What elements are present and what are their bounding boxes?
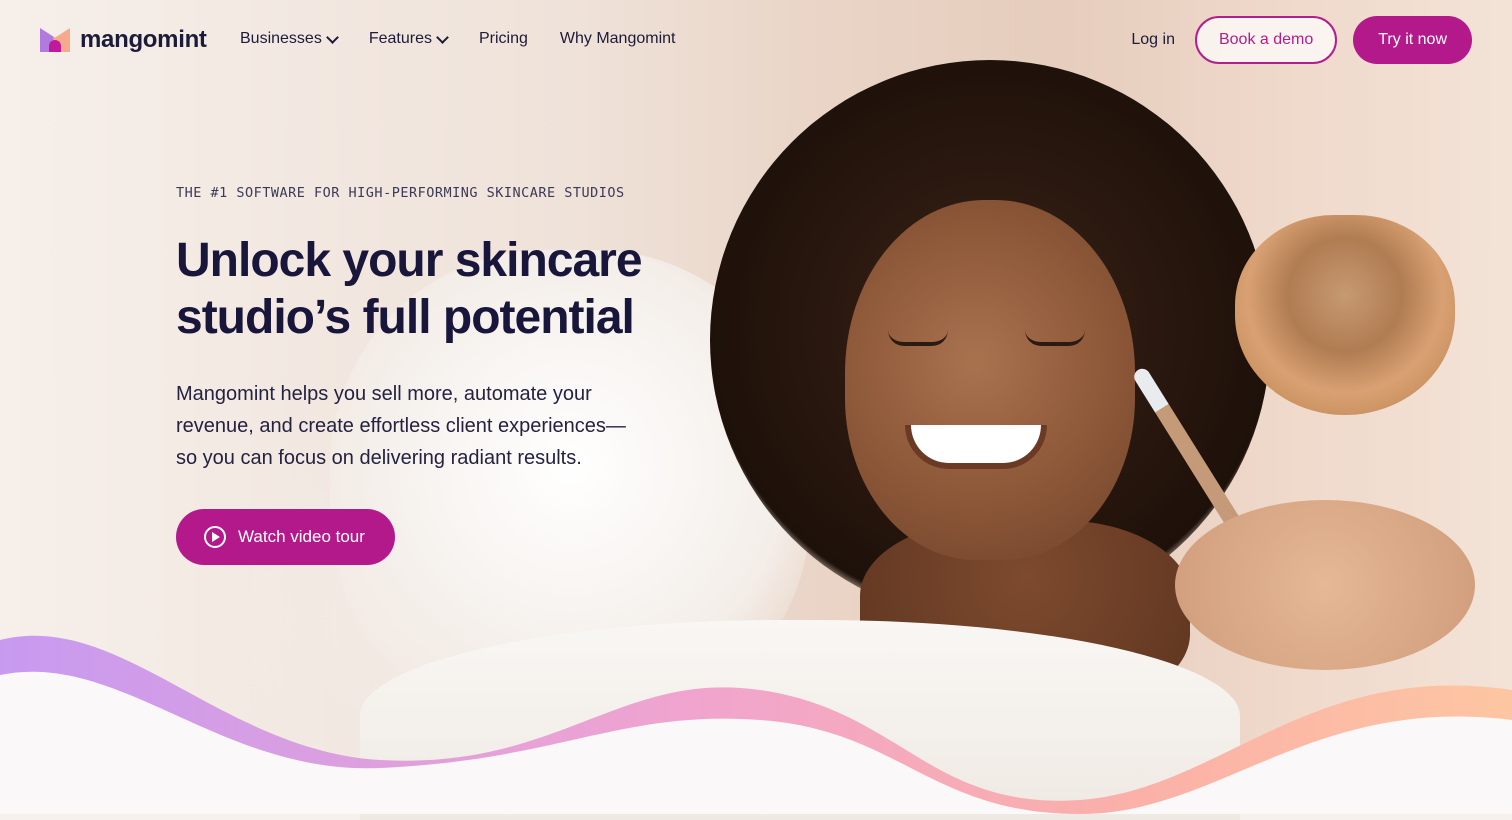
brand-logo[interactable]: mangomint [40,26,207,54]
hero-image-eye [888,330,948,346]
chevron-down-icon [436,30,449,44]
watch-video-tour-button[interactable]: Watch video tour [176,509,395,565]
nav-item-label: Businesses [240,30,322,47]
brand-name: mangomint [80,26,207,53]
hero-subtext: Mangomint helps you sell more, automate … [176,383,626,469]
hero-image-eye [1025,330,1085,346]
hero-image-smile [905,425,1047,469]
logo-mark-icon [40,28,70,52]
play-circle-icon [204,526,226,548]
book-demo-button[interactable]: Book a demo [1194,16,1338,64]
nav-item-why-mangomint[interactable]: Why Mangomint [560,30,676,48]
nav-item-businesses[interactable]: Businesses [240,30,339,48]
chevron-down-icon [325,30,339,44]
nav-item-label: Pricing [478,30,528,47]
decorative-wave [0,635,1512,814]
nav-actions: Log in Book a demo Try it now [1131,16,1472,64]
hero-image-bowl [1235,215,1455,415]
hero-eyebrow: THE #1 SOFTWARE FOR HIGH-PERFORMING SKIN… [176,185,625,201]
nav-item-label: Features [368,30,432,47]
nav-item-pricing[interactable]: Pricing [479,30,528,48]
cta-label: Watch video tour [238,527,365,546]
top-navigation: mangomint Businesses Features Pricing Wh… [0,0,1512,80]
hero-headline: Unlock your skincare studio’s full poten… [176,234,643,344]
nav-item-features[interactable]: Features [368,30,449,48]
nav-item-label: Why Mangomint [559,30,676,47]
main-menu: Businesses Features Pricing Why Mangomin… [240,30,675,48]
login-link[interactable]: Log in [1131,31,1175,49]
try-it-now-button[interactable]: Try it now [1353,16,1472,64]
hero-image-face [845,200,1135,560]
